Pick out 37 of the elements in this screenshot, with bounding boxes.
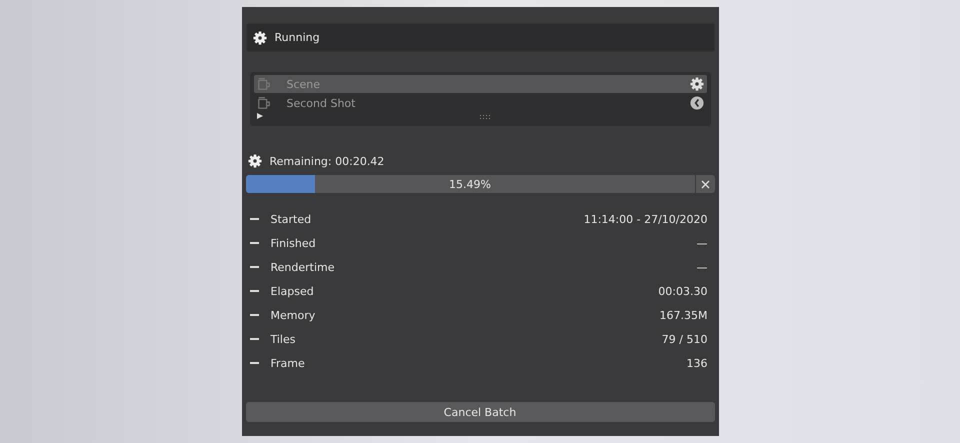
dash-icon	[250, 266, 258, 268]
stat-label: Memory	[270, 308, 316, 322]
shot-item[interactable]: Second Shot	[254, 94, 706, 112]
status-label: Running	[274, 31, 320, 44]
stat-value: 79 / 510	[662, 332, 708, 346]
gear-icon	[690, 77, 704, 91]
stat-value: 00:03.30	[658, 284, 708, 298]
stat-value: 136	[686, 356, 708, 370]
dash-icon	[250, 362, 258, 364]
stat-label: Frame	[270, 356, 305, 370]
stat-label: Rendertime	[270, 260, 335, 274]
close-icon	[700, 180, 710, 188]
gear-icon	[252, 30, 266, 44]
shot-item[interactable]: Scene	[254, 75, 706, 93]
remaining-time: Remaining: 00:20.42	[270, 154, 384, 168]
progress-percent: 15.49%	[449, 178, 491, 190]
dash-icon	[250, 290, 258, 292]
close-button[interactable]	[696, 175, 714, 193]
clapperboard-icon	[256, 77, 270, 91]
stat-label: Tiles	[270, 332, 296, 346]
stat-value: 11:14:00 - 27/10/2020	[584, 212, 708, 226]
stat-value: 167.35M	[660, 308, 708, 322]
shot-name: Scene	[286, 78, 320, 90]
dash-icon	[250, 218, 258, 220]
clapperboard-icon	[256, 96, 270, 110]
dash-icon	[250, 314, 258, 316]
stat-label: Elapsed	[270, 284, 314, 298]
shot-name: Second Shot	[286, 96, 356, 110]
stat-value: —	[696, 236, 708, 250]
cancel-batch-button[interactable]: Cancel Batch	[246, 402, 714, 422]
stat-label: Finished	[270, 236, 316, 250]
stat-value: —	[696, 260, 708, 274]
dash-icon	[250, 338, 258, 340]
dash-icon	[250, 242, 258, 244]
expand-icon[interactable]	[256, 113, 262, 119]
stat-label: Started	[270, 212, 312, 226]
gear-icon	[248, 154, 262, 168]
